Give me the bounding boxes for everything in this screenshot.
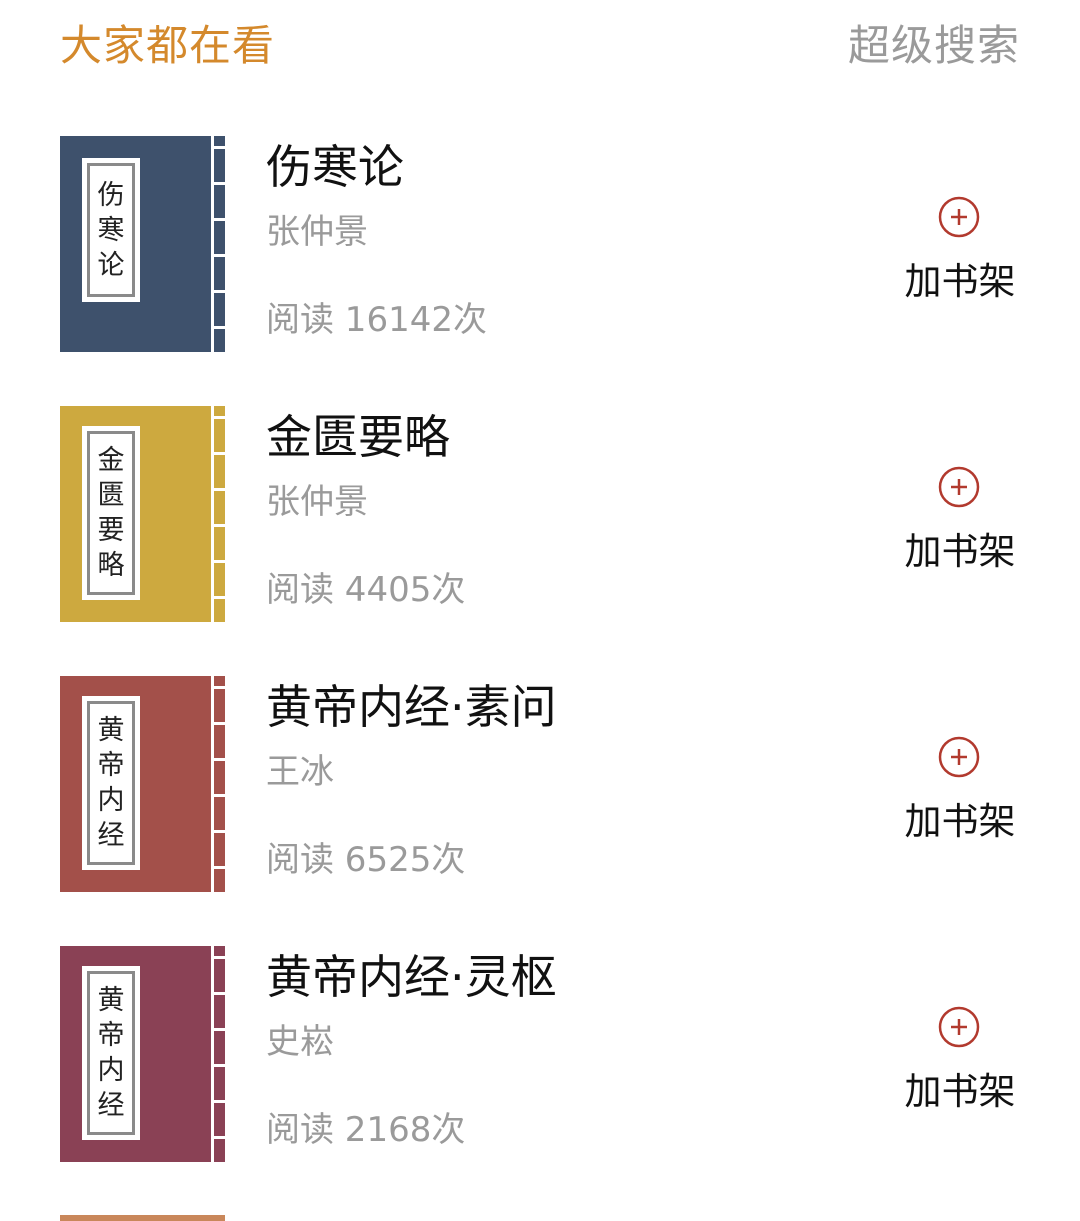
book-cover[interactable]: 伤寒论 xyxy=(60,136,225,352)
cover-binding-stitch xyxy=(214,794,225,797)
cover-title-char: 略 xyxy=(97,550,125,581)
cover-binding-line xyxy=(211,676,214,892)
cover-binding-stitch xyxy=(214,560,225,563)
plus-circle-icon[interactable] xyxy=(938,196,980,238)
book-author: 史崧 xyxy=(266,1022,334,1062)
cover-binding-stitch xyxy=(214,1136,225,1139)
section-title: 大家都在看 xyxy=(60,21,276,70)
cover-binding-stitch xyxy=(214,722,225,725)
cover-binding-stitch xyxy=(214,758,225,761)
cover-binding-stitch xyxy=(214,290,225,293)
cover-binding-stitch xyxy=(214,326,225,329)
cover-title-char: 金 xyxy=(97,445,125,476)
cover-title-char: 伤 xyxy=(97,179,125,211)
add-to-shelf-button[interactable]: 加书架 xyxy=(890,732,1030,852)
cover-title-frame: 黄帝内经 xyxy=(87,971,135,1135)
cover-title-char: 论 xyxy=(97,249,125,281)
cover-title-frame: 伤寒论 xyxy=(87,163,135,297)
book-title[interactable]: 黄帝内经·素问 xyxy=(266,678,557,736)
cover-binding-stitch xyxy=(214,1064,225,1067)
book-author: 王冰 xyxy=(266,752,334,792)
cover-binding-stitch xyxy=(214,830,225,833)
add-to-shelf-button[interactable]: 加书架 xyxy=(890,192,1030,312)
cover-binding-stitch xyxy=(214,146,225,149)
cover-title-slip: 金匮要略 xyxy=(82,426,140,600)
add-to-shelf-label: 加书架 xyxy=(904,800,1016,843)
cover-binding-stitch xyxy=(214,956,225,959)
book-author: 张仲景 xyxy=(266,482,368,522)
plus-circle-icon[interactable] xyxy=(938,736,980,778)
cover-title-char: 黄 xyxy=(97,715,125,746)
cover-title-char: 帝 xyxy=(97,1020,125,1051)
book-cover[interactable]: 黄帝内经 xyxy=(60,676,225,892)
cover-binding-stitch xyxy=(214,416,225,419)
book-cover[interactable]: 金匮要略 xyxy=(60,406,225,622)
cover-title-frame: 黄帝内经 xyxy=(87,701,135,865)
cover-binding-stitch xyxy=(214,488,225,491)
cover-title-slip: 伤寒论 xyxy=(82,158,140,302)
cover-binding-stitch xyxy=(214,992,225,995)
cover-binding-stitch xyxy=(214,218,225,221)
read-count: 阅读 6525次 xyxy=(266,840,466,880)
plus-circle-icon[interactable] xyxy=(938,466,980,508)
cover-binding-line xyxy=(211,946,214,1162)
add-to-shelf-button[interactable]: 加书架 xyxy=(890,462,1030,582)
book-title[interactable]: 金匮要略 xyxy=(266,408,450,466)
read-count: 阅读 16142次 xyxy=(266,300,487,340)
cover-binding-stitch xyxy=(214,254,225,257)
cover-title-char: 寒 xyxy=(97,214,125,246)
book-title[interactable]: 伤寒论 xyxy=(266,138,404,196)
book-cover[interactable]: 黄帝内经 xyxy=(60,946,225,1162)
cover-title-slip: 黄帝内经 xyxy=(82,966,140,1140)
add-to-shelf-label: 加书架 xyxy=(904,1070,1016,1113)
cover-binding-stitch xyxy=(214,1100,225,1103)
book-row[interactable]: 伤寒论伤寒论 张仲景 阅读 16142次 加书架 xyxy=(0,136,1080,352)
cover-title-slip: 黄帝内经 xyxy=(82,696,140,870)
cover-title-char: 匮 xyxy=(97,480,125,511)
read-count: 阅读 4405次 xyxy=(266,570,466,610)
cover-binding-line xyxy=(211,136,214,352)
cover-binding-stitch xyxy=(214,452,225,455)
add-to-shelf-button[interactable]: 加书架 xyxy=(890,1002,1030,1122)
book-author: 张仲景 xyxy=(266,212,368,252)
cover-binding-stitch xyxy=(214,866,225,869)
book-row[interactable]: 金匮要略金匮要略 张仲景 阅读 4405次 加书架 xyxy=(0,406,1080,622)
super-search-link[interactable]: 超级搜索 xyxy=(848,18,1020,74)
cover-binding-stitch xyxy=(214,182,225,185)
read-count: 阅读 2168次 xyxy=(266,1110,466,1150)
cover-title-char: 内 xyxy=(97,1055,125,1086)
book-cover-partial[interactable] xyxy=(60,1215,225,1221)
book-row[interactable]: 黄帝内经 黄帝内经·灵枢史崧阅读 2168次 加书架 xyxy=(0,946,1080,1162)
book-title[interactable]: 黄帝内经·灵枢 xyxy=(266,948,557,1006)
cover-binding-line xyxy=(211,406,214,622)
cover-title-frame: 金匮要略 xyxy=(87,431,135,595)
cover-binding-stitch xyxy=(214,686,225,689)
cover-title-char: 黄 xyxy=(97,985,125,1016)
cover-title-char: 经 xyxy=(97,1090,125,1121)
add-to-shelf-label: 加书架 xyxy=(904,530,1016,573)
add-to-shelf-label: 加书架 xyxy=(904,260,1016,303)
cover-binding-stitch xyxy=(214,1028,225,1031)
cover-title-char: 内 xyxy=(97,785,125,816)
cover-title-char: 经 xyxy=(97,820,125,851)
book-row[interactable]: 黄帝内经 黄帝内经·素问王冰阅读 6525次 加书架 xyxy=(0,676,1080,892)
cover-binding-stitch xyxy=(214,524,225,527)
cover-title-char: 帝 xyxy=(97,750,125,781)
cover-title-char: 要 xyxy=(97,515,125,546)
plus-circle-icon[interactable] xyxy=(938,1006,980,1048)
cover-binding-stitch xyxy=(214,596,225,599)
